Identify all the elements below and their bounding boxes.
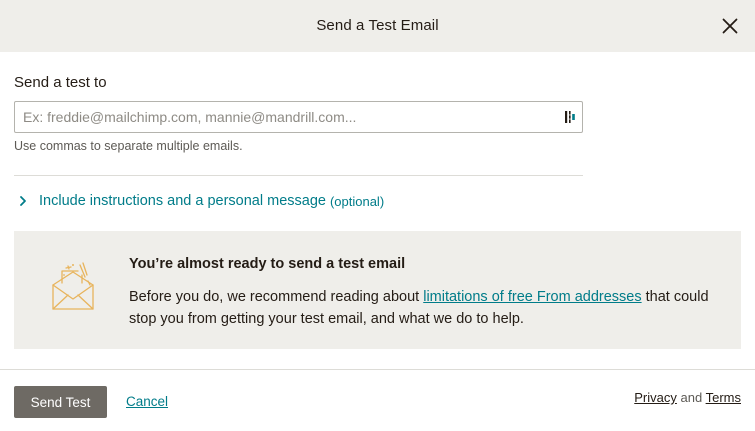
- email-help-text: Use commas to separate multiple emails.: [14, 139, 243, 153]
- modal-title: Send a Test Email: [316, 17, 439, 34]
- modal-header: Send a Test Email: [0, 0, 755, 52]
- and-text: and: [680, 390, 703, 405]
- email-field[interactable]: [15, 102, 560, 132]
- notice-body: Before you do, we recommend reading abou…: [129, 286, 719, 330]
- free-from-addresses-link[interactable]: limitations of free From addresses: [423, 289, 641, 305]
- privacy-link[interactable]: Privacy: [634, 390, 677, 405]
- cancel-link[interactable]: Cancel: [126, 394, 168, 409]
- notice-body-text: Before you do, we recommend reading abou…: [129, 289, 424, 305]
- footer-links: Privacy and Terms: [634, 390, 741, 405]
- envelope-icon: [52, 262, 94, 310]
- personal-message-label: Include instructions and a personal mess…: [39, 193, 326, 209]
- notice-title: You’re almost ready to send a test email: [129, 256, 406, 272]
- close-button[interactable]: [717, 14, 743, 38]
- send-test-button[interactable]: Send Test: [14, 386, 107, 418]
- close-icon: [722, 18, 738, 34]
- send-test-to-label: Send a test to: [14, 74, 107, 91]
- contacts-icon[interactable]: [564, 110, 576, 124]
- personal-message-toggle[interactable]: Include instructions and a personal mess…: [14, 192, 384, 210]
- divider: [14, 175, 583, 176]
- chevron-right-icon: [20, 196, 26, 206]
- footer-divider: [0, 369, 755, 370]
- optional-label: (optional): [329, 193, 385, 209]
- email-field-container: [14, 101, 583, 133]
- terms-link[interactable]: Terms: [706, 390, 741, 405]
- notice-panel: You’re almost ready to send a test email…: [14, 231, 741, 349]
